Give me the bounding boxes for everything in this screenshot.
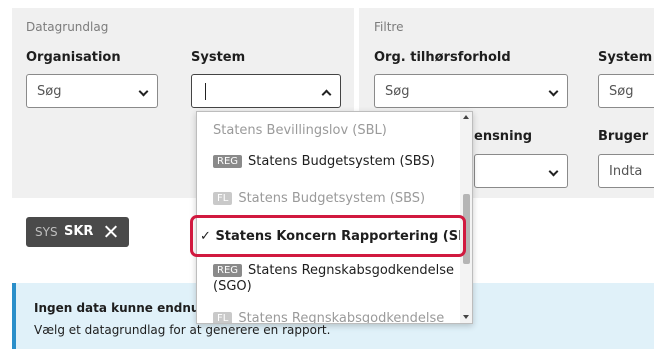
info-alert-title: Ingen data kunne endnu (34, 301, 200, 315)
org-tilhoersforhold-select-value: Søg (385, 84, 410, 99)
text-cursor (205, 83, 206, 100)
organisation-select-value: Søg (37, 84, 62, 99)
dropdown-option[interactable]: FL Statens Budgetsystem (SBS) (213, 191, 472, 206)
option-label: Statens Budgetsystem (SBS) (238, 191, 426, 206)
system-label: System (191, 50, 246, 65)
scroll-up-arrow-icon[interactable] (463, 115, 469, 119)
fl-badge: FL (213, 192, 233, 205)
filtre-section-label: Filtre (374, 20, 404, 34)
system-select[interactable] (191, 74, 341, 108)
option-label: Statens Bevillingslov (SBL) (213, 123, 387, 138)
org-tilhoersforhold-select[interactable]: Søg (374, 74, 568, 108)
organisation-label: Organisation (26, 50, 121, 65)
close-icon[interactable] (100, 219, 122, 243)
chevron-down-icon (548, 86, 559, 97)
chevron-down-icon (138, 86, 149, 97)
chip-code: SKR (64, 224, 94, 239)
licensing-label: ensning (474, 129, 533, 144)
dropdown-option[interactable]: REG Statens Regnskabsgodkendelse (SGO) (213, 263, 472, 294)
dropdown-option[interactable]: Statens Bevillingslov (SBL) (213, 123, 472, 138)
option-label-line2: (SGO) (213, 279, 252, 294)
bruger-label: Bruger (598, 129, 649, 144)
active-filter-chip: SYS SKR (26, 217, 129, 247)
chevron-up-icon (321, 89, 332, 100)
reg-badge: REG (213, 264, 243, 277)
selected-option-highlight (190, 215, 466, 257)
info-alert-text: Vælg et datagrundlag for at generere en … (34, 323, 331, 337)
organisation-select[interactable]: Søg (26, 74, 158, 108)
filter-system-select-value: Søg (609, 84, 634, 99)
dropdown-option[interactable]: FL Statens Regnskabsgodkendelse (213, 311, 472, 324)
scroll-down-arrow-icon[interactable] (463, 315, 469, 319)
chevron-down-icon (548, 166, 559, 177)
licensing-select[interactable] (474, 154, 568, 188)
datagrundlag-section-label: Datagrundlag (26, 20, 109, 34)
filter-system-label: System (598, 50, 653, 65)
bruger-input-placeholder: Indta (609, 164, 643, 179)
dropdown-option[interactable]: REG Statens Budgetsystem (SBS) (213, 154, 472, 169)
option-label: Statens Budgetsystem (SBS) (248, 154, 435, 169)
org-tilhoersforhold-label: Org. tilhørsforhold (374, 50, 511, 65)
option-label: Statens Regnskabsgodkendelse (238, 311, 445, 324)
fl-badge: FL (213, 312, 233, 323)
chip-prefix: SYS (35, 225, 58, 239)
option-label: Statens Regnskabsgodkendelse (248, 263, 454, 278)
filter-system-select[interactable]: Søg (598, 74, 654, 108)
reg-badge: REG (213, 155, 243, 168)
bruger-input[interactable]: Indta (598, 154, 654, 188)
